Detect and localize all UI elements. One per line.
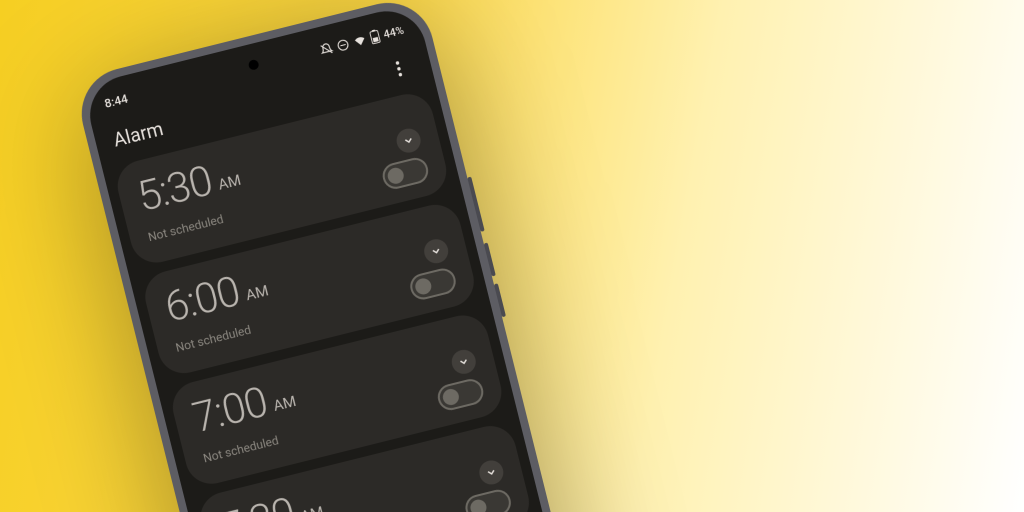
- battery-icon: [369, 29, 381, 45]
- status-clock: 8:44: [103, 92, 129, 111]
- alarm-toggle[interactable]: [408, 266, 459, 302]
- expand-button[interactable]: [394, 126, 423, 155]
- chevron-down-icon: [429, 244, 444, 259]
- dnd-off-icon: [319, 41, 335, 57]
- chevron-down-icon: [484, 465, 499, 480]
- battery-percentage: 44%: [382, 23, 405, 41]
- alarm-ampm: AM: [216, 171, 243, 194]
- wifi-icon: [352, 32, 369, 48]
- do-not-disturb-icon: [335, 37, 351, 53]
- alarm-ampm: AM: [244, 281, 271, 304]
- expand-button[interactable]: [477, 458, 506, 487]
- volume-up-button: [484, 243, 496, 277]
- phone-screen: 8:44: [82, 3, 601, 512]
- expand-button[interactable]: [422, 237, 451, 266]
- alarm-toggle[interactable]: [463, 487, 514, 512]
- alarm-ampm: AM: [271, 392, 298, 415]
- volume-down-button: [494, 283, 506, 317]
- phone-frame: 8:44: [72, 0, 610, 512]
- chevron-down-icon: [456, 355, 471, 370]
- alarm-time[interactable]: 7:30 AM: [216, 485, 327, 512]
- alarm-time-text: 7:30: [216, 492, 299, 512]
- more-vert-icon: [395, 61, 403, 77]
- expand-button[interactable]: [449, 347, 478, 376]
- alarm-toggle[interactable]: [435, 376, 486, 412]
- page-title: Alarm: [111, 117, 166, 152]
- alarm-ampm: AM: [299, 503, 326, 512]
- alarm-toggle[interactable]: [380, 155, 431, 191]
- chevron-down-icon: [401, 133, 416, 148]
- more-options-button[interactable]: [382, 52, 416, 86]
- phone-mockup: 8:44: [341, 328, 879, 512]
